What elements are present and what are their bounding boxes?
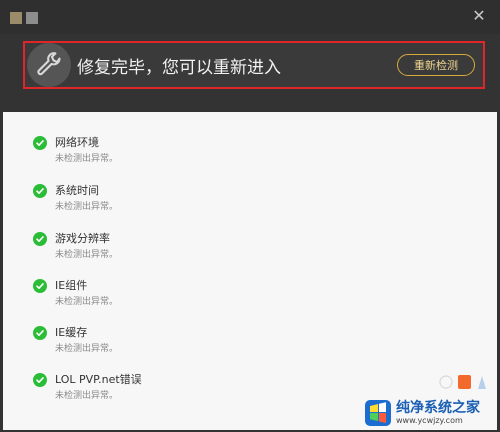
check-item-system-time: 系统时间 未检测出异常。 — [33, 182, 253, 216]
check-icon — [33, 326, 47, 340]
repair-result-banner: 修复完毕，您可以重新进入 重新检测 — [23, 41, 485, 89]
close-icon[interactable]: ✕ — [470, 7, 488, 25]
recheck-button[interactable]: 重新检测 — [397, 54, 475, 76]
watermark-url: www.ycwjzy.com — [396, 415, 463, 425]
check-item-title: LOL PVP.net错误 — [55, 373, 142, 386]
check-item-network: 网络环境 未检测出异常。 — [33, 134, 253, 168]
check-results-panel: 网络环境 未检测出异常。 系统时间 未检测出异常。 游戏分辨率 未检测出异常。 … — [3, 112, 497, 430]
title-bar: ✕ — [0, 0, 500, 34]
site-watermark: 纯净系统之家 www.ycwjzy.com — [364, 397, 492, 429]
banner-title: 修复完毕，您可以重新进入 — [77, 58, 281, 78]
check-item-status: 未检测出异常。 — [55, 344, 119, 354]
wrench-icon — [27, 43, 71, 87]
check-item-status: 未检测出异常。 — [55, 202, 119, 212]
tray-icons — [439, 375, 486, 389]
check-item-status: 未检测出异常。 — [55, 297, 119, 307]
check-item-title: IE组件 — [55, 279, 88, 292]
check-icon — [33, 136, 47, 150]
check-icon — [33, 373, 47, 387]
check-item-status: 未检测出异常。 — [55, 391, 119, 401]
check-item-resolution: 游戏分辨率 未检测出异常。 — [33, 230, 253, 264]
check-item-title: IE缓存 — [55, 326, 88, 339]
check-item-title: 系统时间 — [55, 184, 99, 197]
check-item-lol-pvp-error: LOL PVP.net错误 未检测出异常。 — [33, 371, 253, 405]
check-icon — [33, 232, 47, 246]
app-window: ✕ 修复完毕，您可以重新进入 重新检测 网络环境 未检测出异常。 系统时间 未检… — [0, 0, 500, 432]
check-item-ie-components: IE组件 未检测出异常。 — [33, 277, 253, 311]
check-item-ie-cache: IE缓存 未检测出异常。 — [33, 324, 253, 358]
check-item-status: 未检测出异常。 — [55, 154, 119, 164]
check-item-status: 未检测出异常。 — [55, 250, 119, 260]
app-logo — [10, 12, 38, 24]
watermark-name: 纯净系统之家 — [396, 399, 480, 416]
check-item-title: 网络环境 — [55, 136, 99, 149]
check-item-title: 游戏分辨率 — [55, 232, 110, 245]
check-icon — [33, 184, 47, 198]
watermark-logo-icon — [365, 400, 391, 426]
check-icon — [33, 279, 47, 293]
